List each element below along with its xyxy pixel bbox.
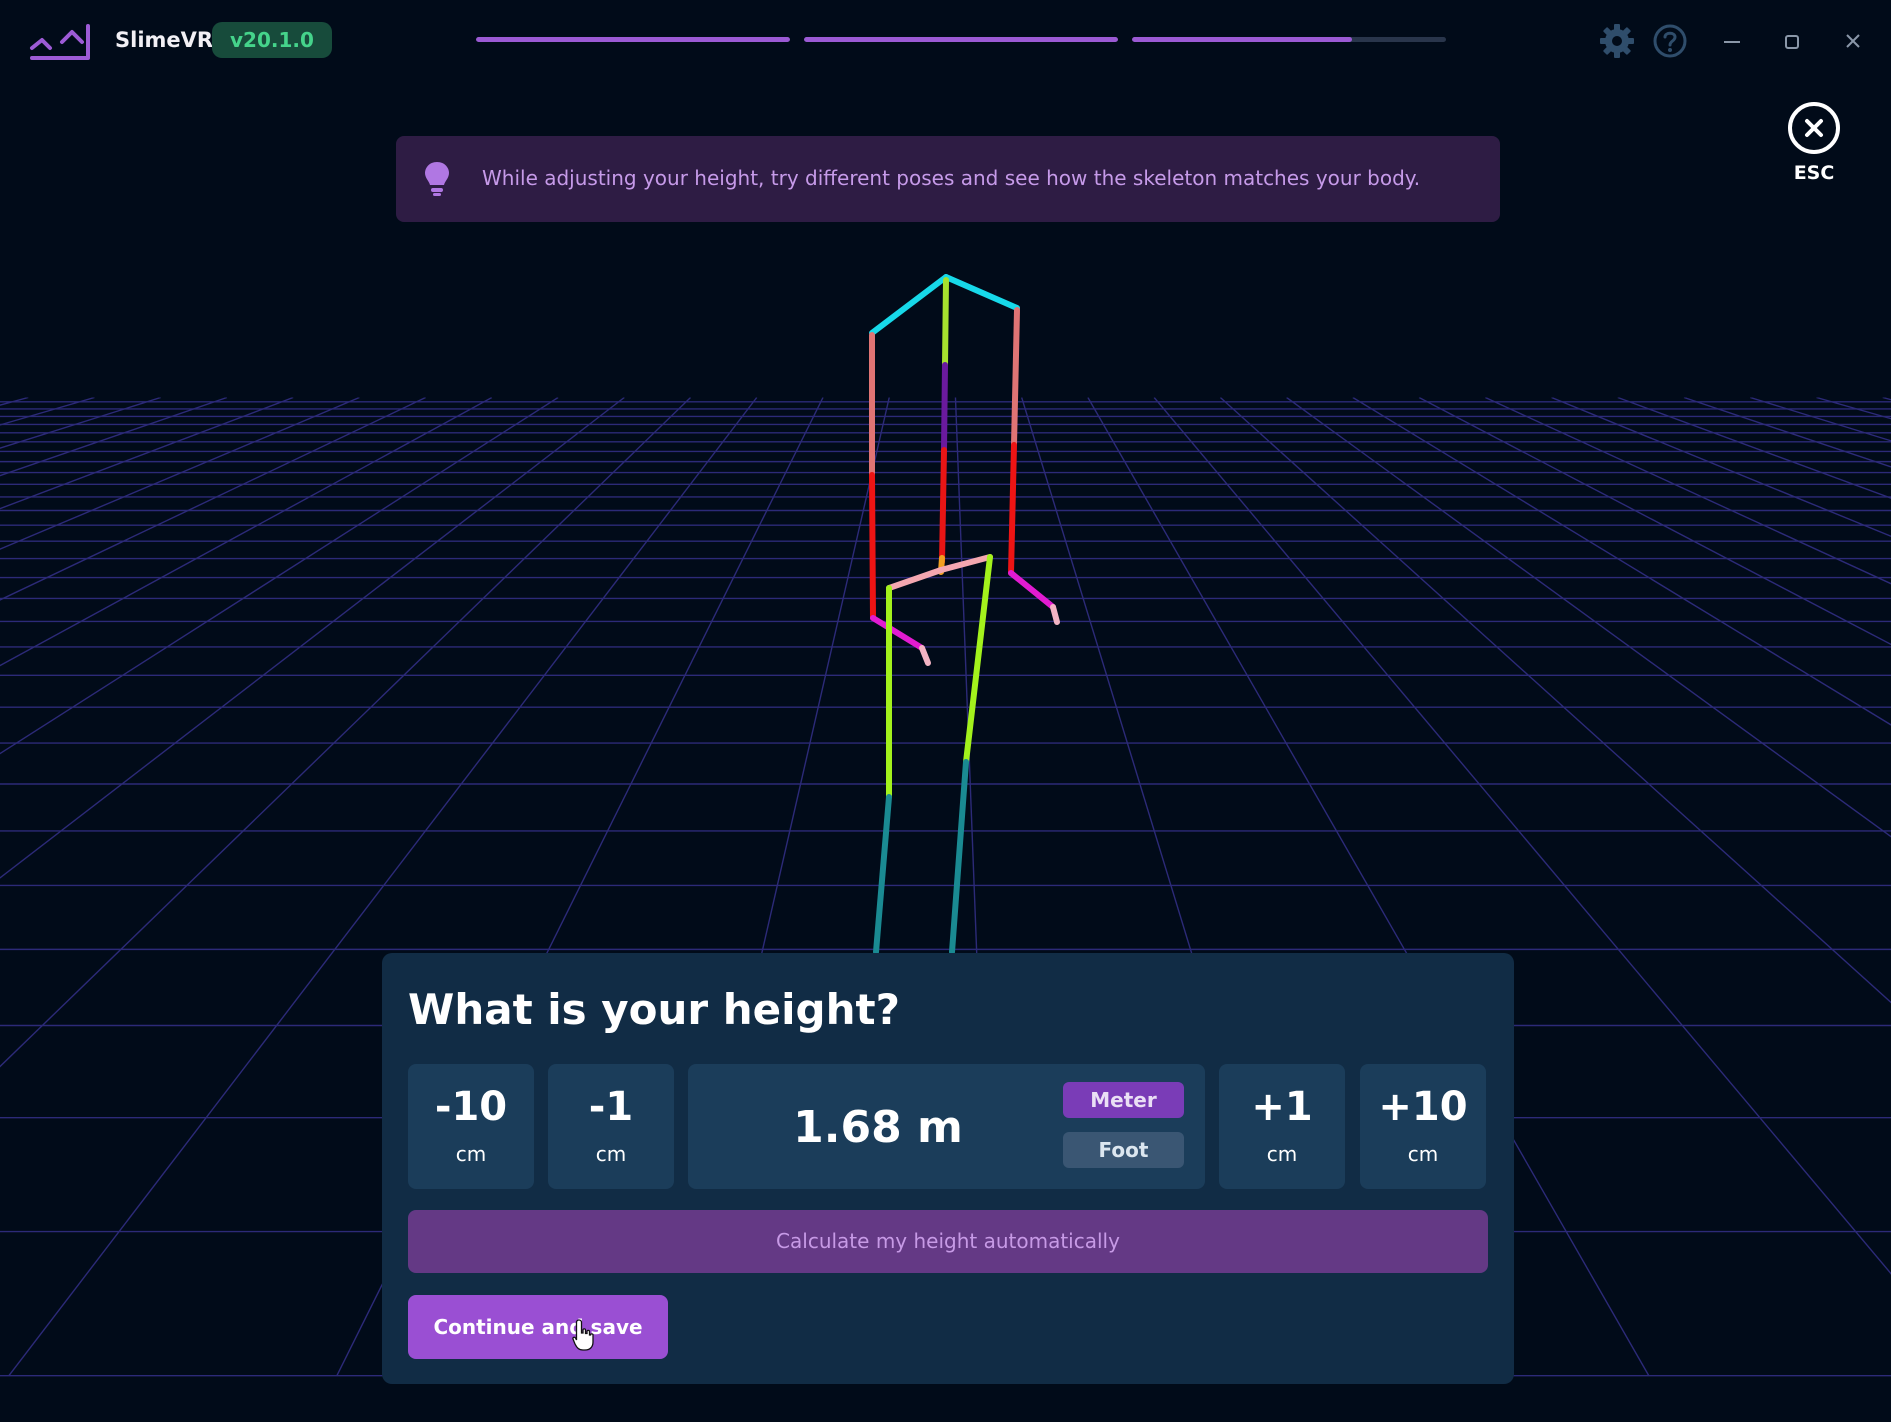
step-unit: cm bbox=[455, 1142, 487, 1166]
bone-left-shin bbox=[873, 794, 892, 955]
bone-right-shin bbox=[949, 759, 969, 955]
bone-left-finger bbox=[919, 645, 931, 666]
minus-1cm-button[interactable]: -1 cm bbox=[548, 1064, 674, 1189]
step-value: +1 bbox=[1251, 1084, 1313, 1130]
progress-step-3-fill bbox=[1132, 37, 1352, 42]
grid-line bbox=[1617, 397, 1891, 1377]
grid-line bbox=[0, 397, 360, 1377]
grid-line bbox=[0, 397, 294, 1377]
step-unit: cm bbox=[1266, 1142, 1298, 1166]
close-circle-icon[interactable] bbox=[1788, 102, 1840, 154]
help-icon[interactable] bbox=[1650, 21, 1690, 61]
esc-close[interactable]: ESC bbox=[1784, 102, 1844, 184]
bone-left-hand bbox=[870, 615, 925, 651]
bone-pelvis-side bbox=[886, 567, 944, 591]
bone-spine bbox=[939, 447, 947, 565]
grid-line bbox=[1683, 397, 1891, 1377]
continue-and-save-button[interactable]: Continue and save bbox=[408, 1295, 668, 1359]
bone-right-forearm bbox=[1008, 442, 1017, 576]
maximize-icon[interactable] bbox=[1772, 21, 1812, 61]
unit-foot-button[interactable]: Foot bbox=[1063, 1132, 1184, 1168]
progress-step-3 bbox=[1132, 37, 1446, 42]
minimize-icon[interactable] bbox=[1712, 21, 1752, 61]
panel-title: What is your height? bbox=[408, 985, 900, 1034]
plus-1cm-button[interactable]: +1 cm bbox=[1219, 1064, 1345, 1189]
bone-right-thigh bbox=[963, 554, 993, 765]
bone-left-forearm bbox=[869, 472, 876, 621]
calculate-height-button[interactable]: Calculate my height automatically bbox=[408, 1210, 1488, 1273]
bone-chest bbox=[941, 362, 948, 453]
slimevr-logo bbox=[30, 24, 90, 60]
step-value: +10 bbox=[1378, 1084, 1468, 1130]
grid-line bbox=[0, 397, 228, 1377]
esc-label: ESC bbox=[1793, 162, 1835, 184]
grid-line bbox=[1551, 397, 1891, 1377]
skeleton bbox=[869, 274, 1060, 955]
version-badge[interactable]: v20.1.0 bbox=[212, 22, 332, 58]
grid-line bbox=[1882, 397, 1891, 1377]
settings-gear-icon[interactable] bbox=[1597, 21, 1637, 61]
grid-line bbox=[0, 397, 426, 1377]
bone-right-shoulder bbox=[943, 274, 1020, 311]
step-value: -1 bbox=[588, 1084, 634, 1130]
grid-line bbox=[1485, 397, 1891, 1377]
bone-left-shoulder bbox=[869, 274, 949, 336]
grid-line bbox=[0, 397, 95, 1377]
progress-step-1-fill bbox=[476, 37, 790, 42]
unit-meter-button[interactable]: Meter bbox=[1063, 1082, 1184, 1118]
grid-line bbox=[0, 397, 161, 1377]
height-value: 1.68 m bbox=[793, 1102, 963, 1153]
bone-neck bbox=[942, 277, 949, 368]
progress-step-2-fill bbox=[804, 37, 1118, 42]
height-panel: What is your height? -10 cm -1 cm 1.68 m… bbox=[382, 953, 1514, 1384]
grid-line bbox=[0, 397, 29, 1377]
step-unit: cm bbox=[1407, 1142, 1439, 1166]
title-bar[interactable]: SlimeVR v20.1.0 bbox=[0, 0, 1891, 82]
app-name: SlimeVR bbox=[115, 28, 214, 52]
pointer-cursor-icon bbox=[572, 1319, 594, 1351]
bone-right-upper-arm bbox=[1011, 307, 1020, 448]
height-display: 1.68 m Meter Foot bbox=[688, 1064, 1205, 1189]
progress-step-2 bbox=[804, 37, 1118, 42]
bone-right-finger bbox=[1050, 604, 1060, 625]
plus-10cm-button[interactable]: +10 cm bbox=[1360, 1064, 1486, 1189]
tip-banner: While adjusting your height, try differe… bbox=[396, 136, 1500, 222]
grid-line bbox=[1750, 397, 1891, 1377]
step-unit: cm bbox=[595, 1142, 627, 1166]
progress-step-1 bbox=[476, 37, 790, 42]
minus-10cm-button[interactable]: -10 cm bbox=[408, 1064, 534, 1189]
tip-text: While adjusting your height, try differe… bbox=[482, 166, 1421, 190]
step-value: -10 bbox=[434, 1084, 508, 1130]
close-icon[interactable] bbox=[1833, 21, 1873, 61]
lightbulb-icon bbox=[425, 162, 449, 196]
